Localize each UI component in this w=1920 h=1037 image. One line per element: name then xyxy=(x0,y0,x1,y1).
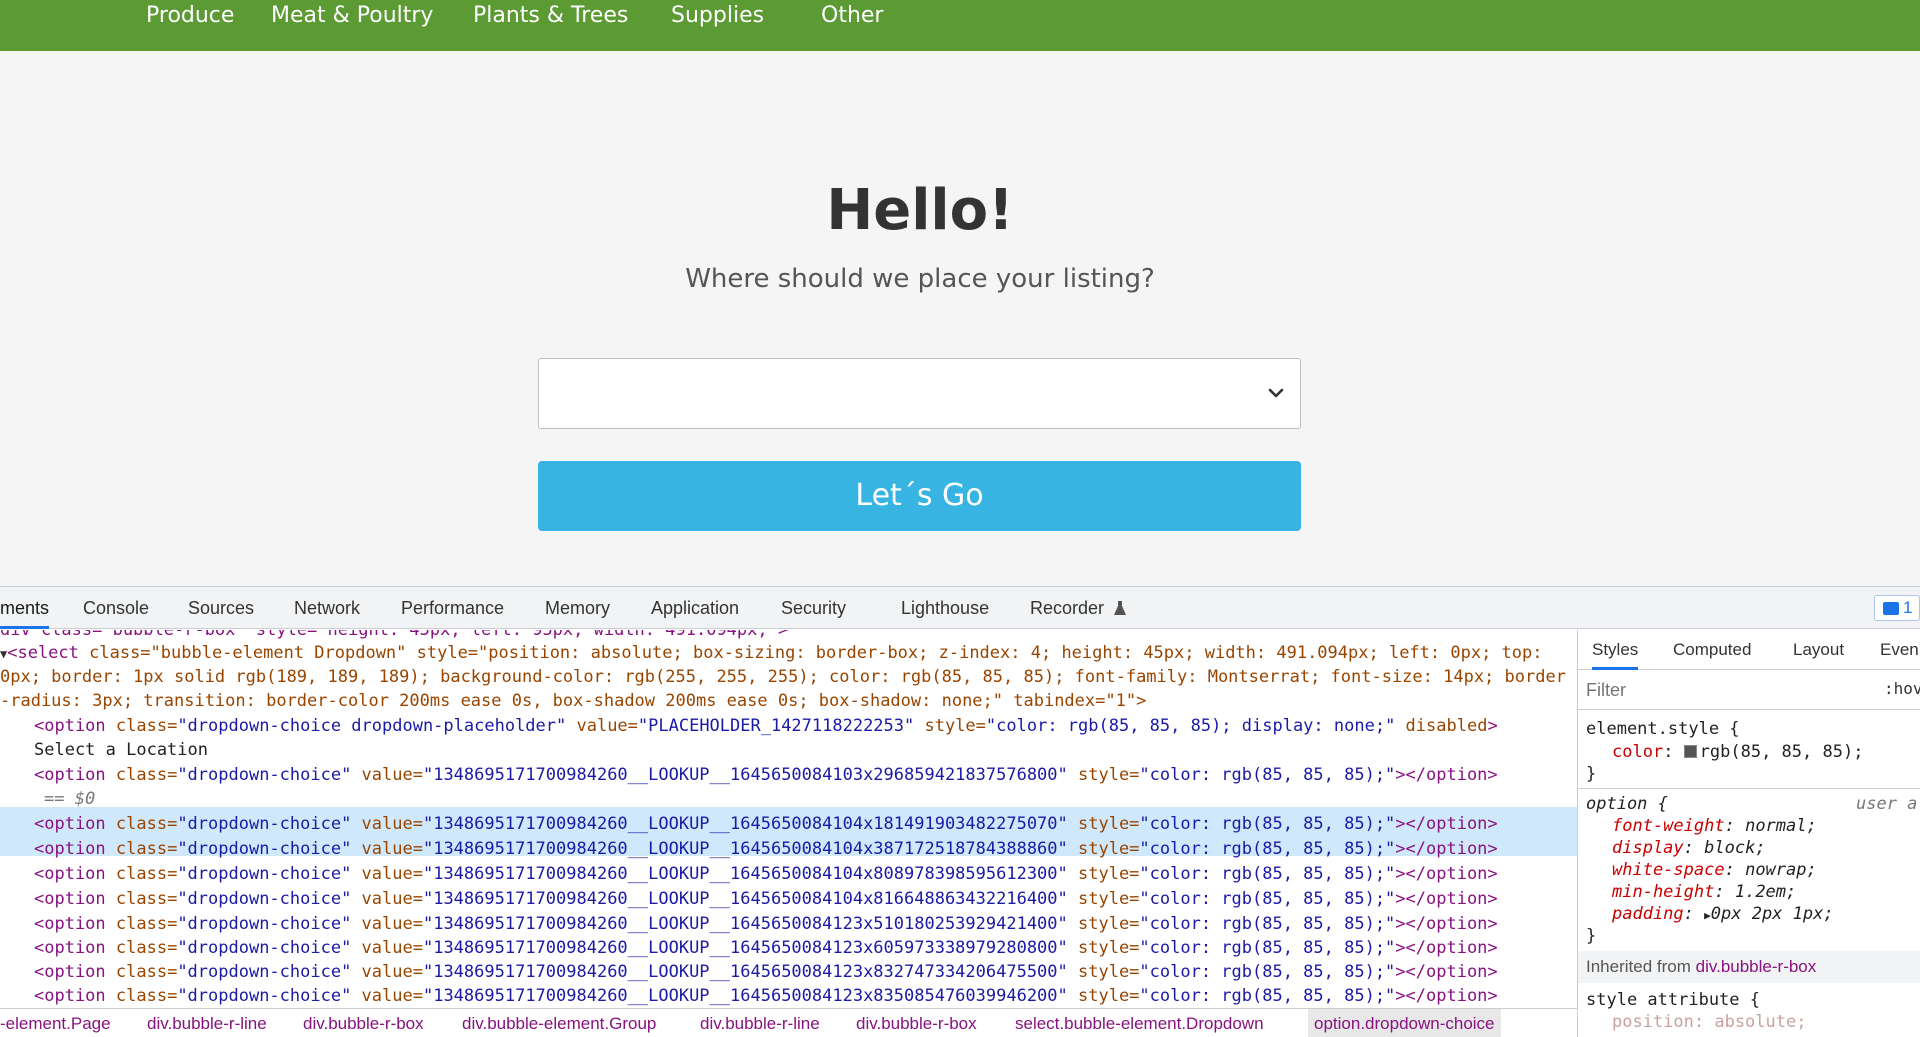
styles-tabbar: Styles Computed Layout Even xyxy=(1578,630,1920,670)
ua-declaration: display: block; xyxy=(1612,838,1766,858)
tab-memory[interactable]: Memory xyxy=(545,587,610,629)
dom-option-row[interactable]: <option class="dropdown-choice" value="1… xyxy=(34,887,1498,912)
dom-option-row[interactable]: <option class="dropdown-choice" value="1… xyxy=(34,812,1498,837)
breadcrumb-item[interactable]: div.bubble-r-box xyxy=(856,1009,977,1037)
color-swatch-icon[interactable] xyxy=(1683,744,1697,758)
devtools-panel: ments Console Sources Network Performanc… xyxy=(0,586,1920,1037)
tab-network[interactable]: Network xyxy=(294,587,360,629)
dom-option-row[interactable]: <option class="dropdown-choice" value="1… xyxy=(34,837,1498,862)
message-icon xyxy=(1883,602,1899,616)
code-line-placeholder-option[interactable]: <option class="dropdown-choice dropdown-… xyxy=(34,714,1498,739)
devtools-tabbar: ments Console Sources Network Performanc… xyxy=(0,587,1920,629)
code-line: 0px; border: 1px solid rgb(189, 189, 189… xyxy=(0,667,1566,687)
styles-filter: :hov xyxy=(1578,670,1920,710)
nav-item-produce[interactable]: Produce xyxy=(146,0,234,32)
breadcrumb-item-active[interactable]: option.dropdown-choice xyxy=(1308,1009,1501,1037)
tab-layout[interactable]: Layout xyxy=(1793,630,1844,670)
code-line[interactable]: ▼<select class="bubble-element Dropdown"… xyxy=(0,641,1542,667)
breadcrumb-item[interactable]: div.bubble-r-line xyxy=(147,1009,267,1037)
breadcrumb-item[interactable]: select.bubble-element.Dropdown xyxy=(1015,1009,1264,1037)
dom-option-row[interactable]: <option class="dropdown-choice" value="1… xyxy=(34,912,1498,937)
elements-tree: div class="bubble-r-box" style="height: … xyxy=(0,630,1577,1008)
rule-close-brace: } xyxy=(1586,764,1597,784)
code-line: -radius: 3px; transition: border-color 2… xyxy=(0,691,1147,711)
style-attr-selector: style attribute { xyxy=(1586,990,1760,1010)
inherited-class-link[interactable]: div.bubble-r-box xyxy=(1696,957,1817,976)
tab-performance[interactable]: Performance xyxy=(401,587,504,629)
tab-elements[interactable]: ments xyxy=(0,587,50,629)
tab-recorder[interactable]: Recorder xyxy=(1030,587,1127,629)
tab-application[interactable]: Application xyxy=(651,587,739,629)
top-nav: Produce Meat & Poultry Plants & Trees Su… xyxy=(0,0,1920,51)
issues-count: 1 xyxy=(1903,598,1913,617)
ua-declaration: padding: ▶0px 2px 1px; xyxy=(1612,904,1834,924)
nav-item-meat-poultry[interactable]: Meat & Poultry xyxy=(271,0,433,32)
breadcrumb-item[interactable]: div.bubble-r-box xyxy=(303,1009,424,1037)
dom-breadcrumbs: -element.Page div.bubble-r-line div.bubb… xyxy=(0,1008,1577,1037)
rule-divider xyxy=(1578,788,1920,789)
ua-declaration: min-height: 1.2em; xyxy=(1612,882,1797,902)
code-line-placeholder-text: Select a Location xyxy=(34,740,208,760)
ua-declaration: font-weight: normal; xyxy=(1612,816,1817,836)
styles-pane: Styles Computed Layout Even :hov element… xyxy=(1577,630,1920,1037)
breadcrumb-item[interactable]: div.bubble-r-line xyxy=(700,1009,820,1037)
tab-computed[interactable]: Computed xyxy=(1673,630,1751,670)
dom-option-row[interactable]: <option class="dropdown-choice" value="1… xyxy=(34,862,1498,887)
ua-declaration: white-space: nowrap; xyxy=(1612,860,1817,880)
element-style-declaration[interactable]: color: rgb(85, 85, 85); xyxy=(1612,741,1863,763)
tab-recorder-label: Recorder xyxy=(1030,598,1105,618)
expand-arrow-icon[interactable]: ▶ xyxy=(1704,909,1711,922)
tab-styles[interactable]: Styles xyxy=(1592,630,1639,670)
nav-item-plants-trees[interactable]: Plants & Trees xyxy=(473,0,628,32)
chevron-down-icon xyxy=(1268,388,1284,398)
styles-filter-input[interactable] xyxy=(1586,676,1876,704)
option-rule-selector: option { xyxy=(1586,794,1668,814)
tab-console[interactable]: Console xyxy=(83,587,149,629)
dom-option-row[interactable]: <option class="dropdown-choice" value="1… xyxy=(34,936,1498,961)
breadcrumb-item[interactable]: div.bubble-element.Group xyxy=(462,1009,656,1037)
inherited-header: Inherited from div.bubble-r-box xyxy=(1578,951,1920,983)
style-attr-declaration: position: absolute; xyxy=(1612,1012,1807,1032)
flask-icon xyxy=(1114,601,1127,615)
location-dropdown[interactable] xyxy=(538,358,1301,429)
tab-security[interactable]: Security xyxy=(781,587,846,629)
tab-lighthouse[interactable]: Lighthouse xyxy=(901,587,989,629)
dom-option-row[interactable]: <option class="dropdown-choice" value="1… xyxy=(34,763,1498,788)
element-style-selector: element.style { xyxy=(1586,719,1740,739)
tab-event-listeners[interactable]: Even xyxy=(1880,630,1919,670)
page-heading: Hello! xyxy=(826,178,1014,243)
breadcrumb-item[interactable]: -element.Page xyxy=(0,1009,111,1037)
nav-item-supplies[interactable]: Supplies xyxy=(671,0,764,32)
dom-option-row[interactable]: <option class="dropdown-choice" value="1… xyxy=(34,984,1498,1008)
tab-sources[interactable]: Sources xyxy=(188,587,254,629)
rule-close-brace: } xyxy=(1586,926,1597,946)
page-subtitle: Where should we place your listing? xyxy=(685,264,1155,294)
hov-toggle[interactable]: :hov xyxy=(1884,679,1920,698)
user-agent-label: user a xyxy=(1856,794,1918,814)
dom-option-row[interactable]: <option class="dropdown-choice" value="1… xyxy=(34,960,1498,985)
dollar-zero-marker: == $0 xyxy=(44,789,96,809)
lets-go-button[interactable]: Let´s Go xyxy=(538,461,1301,531)
issues-badge[interactable]: 1 xyxy=(1874,595,1920,621)
nav-item-other[interactable]: Other xyxy=(821,0,883,32)
